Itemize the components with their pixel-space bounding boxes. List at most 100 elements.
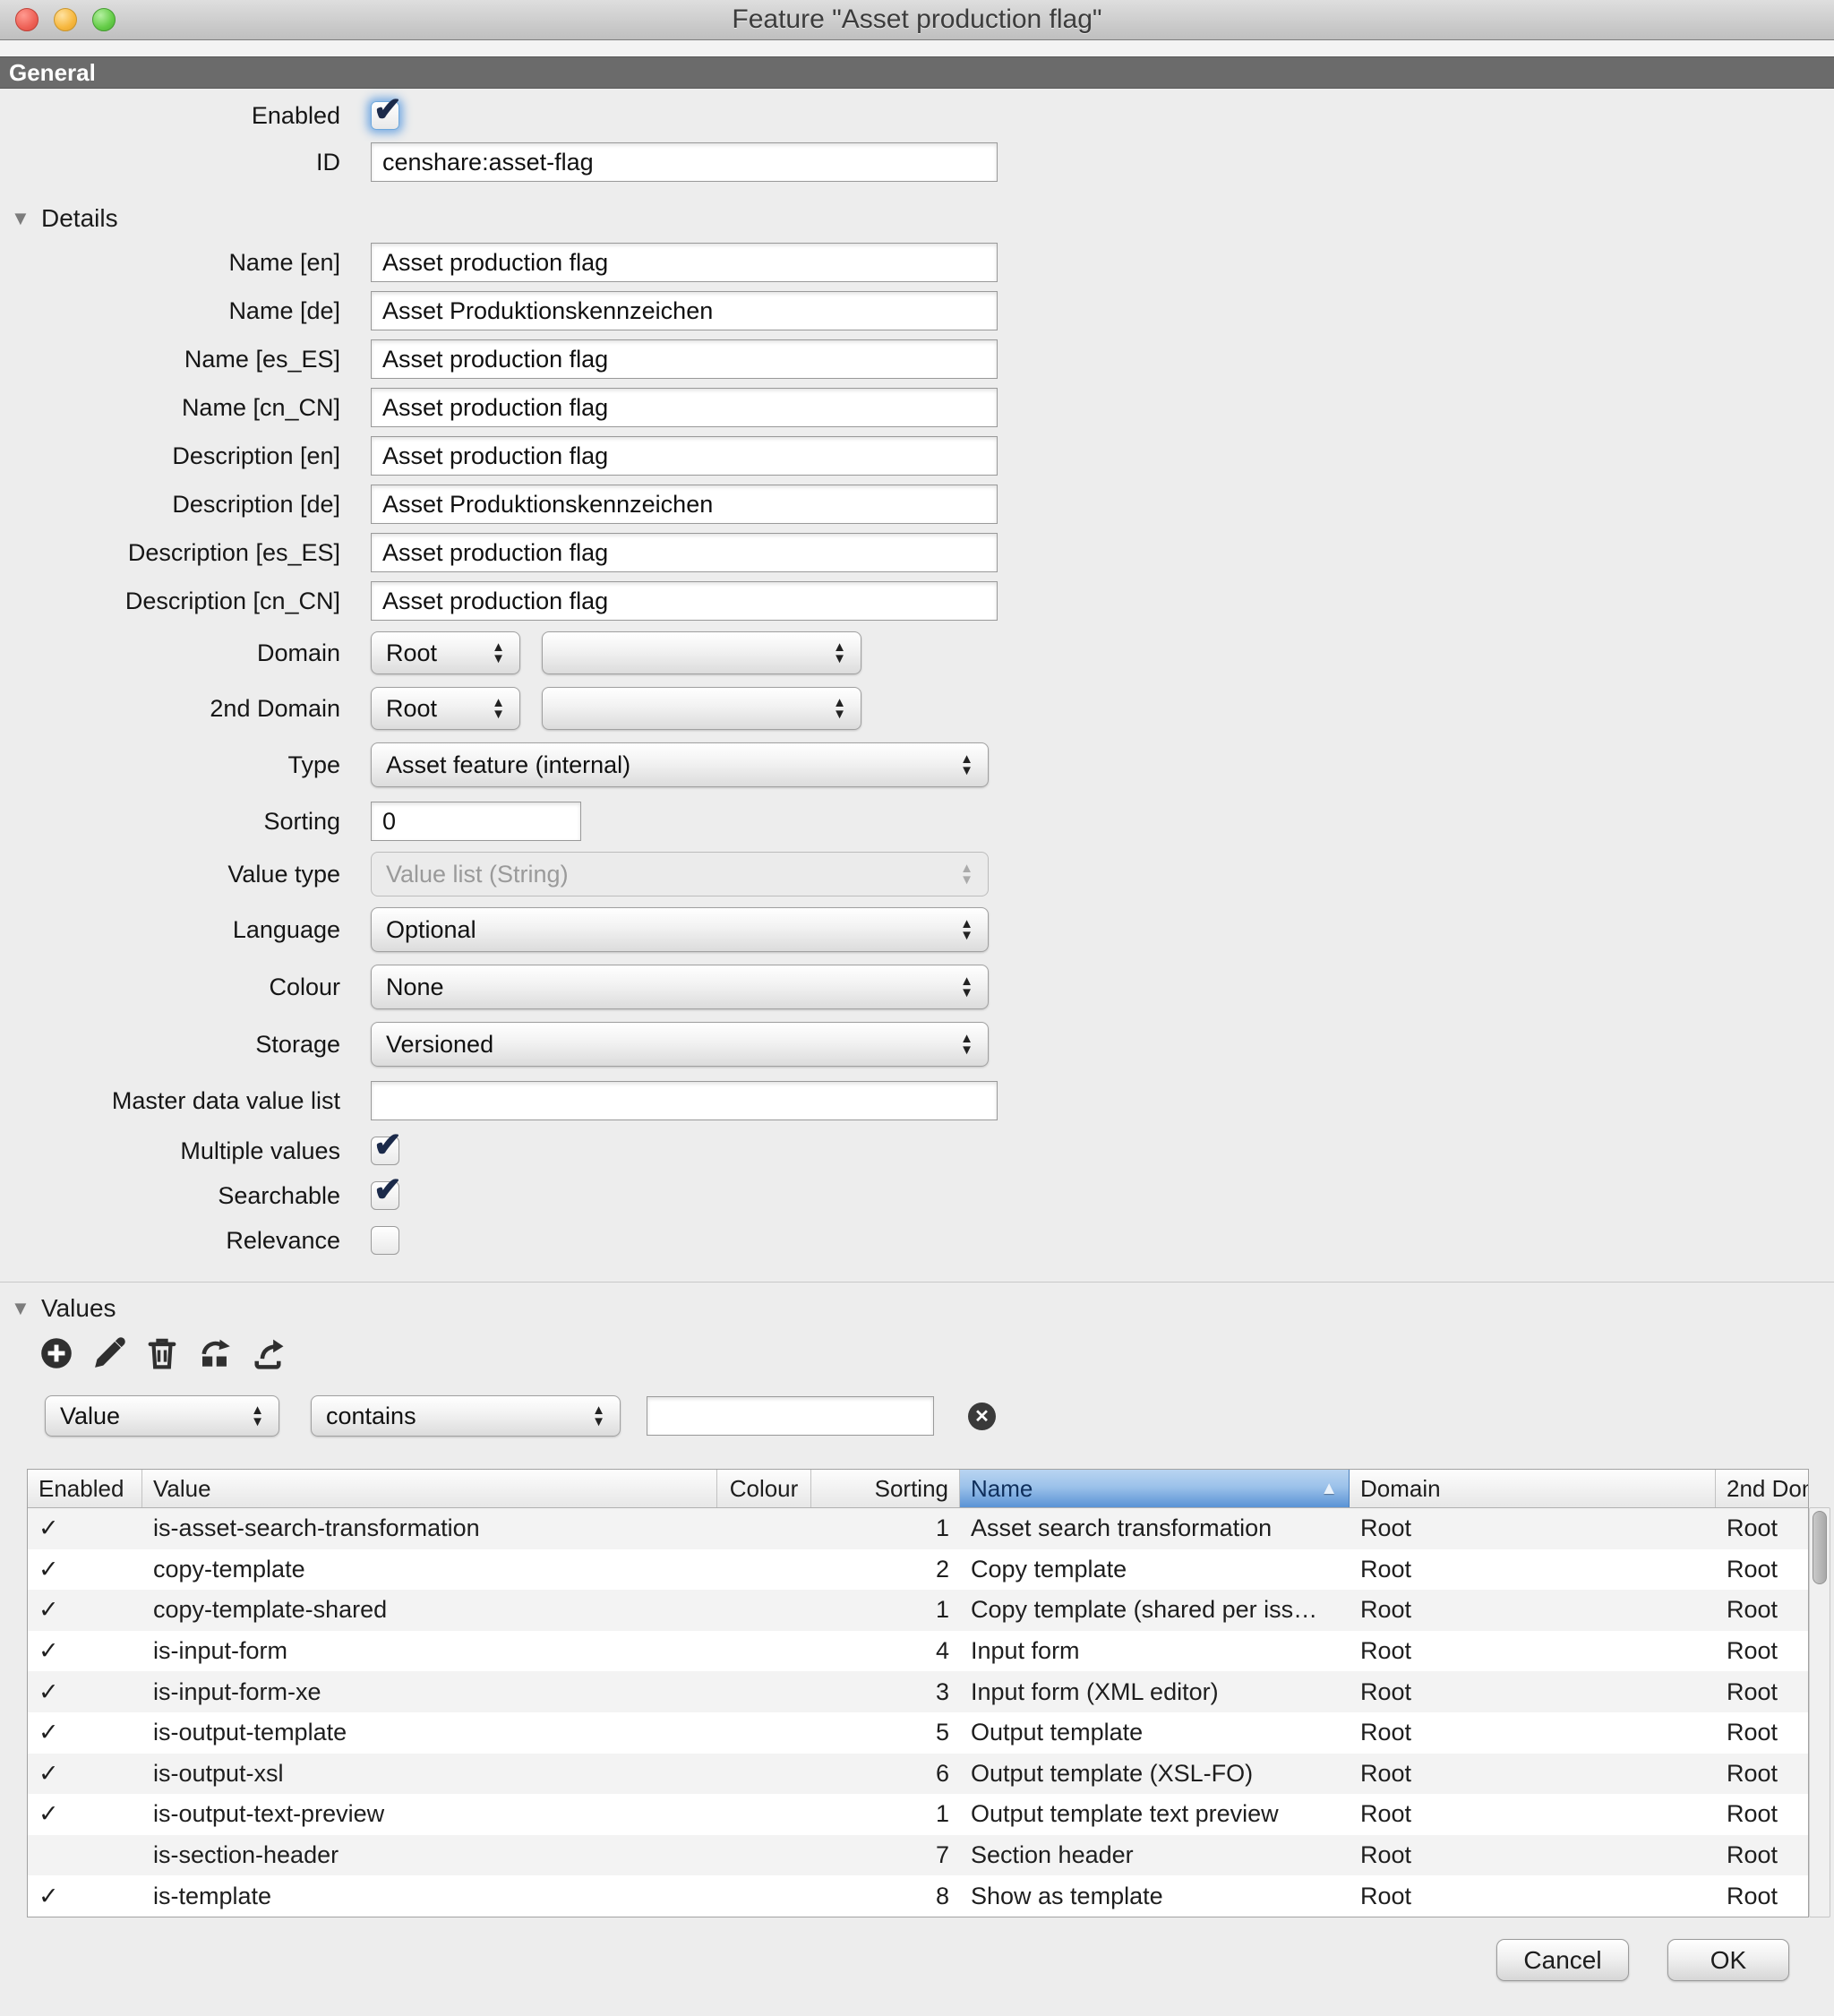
values-section-label: Values (41, 1294, 116, 1323)
export-icon (249, 1334, 287, 1372)
table-row[interactable]: ✓ is-input-form-xe 3 Input form (XML edi… (28, 1671, 1808, 1712)
colour-select[interactable]: None (371, 965, 989, 1009)
cell-name: Copy template (960, 1549, 1350, 1591)
scrollbar-thumb[interactable] (1813, 1511, 1827, 1584)
domain-label: Domain (0, 639, 340, 667)
cell-colour (717, 1794, 811, 1835)
detail-field-input[interactable] (371, 533, 998, 572)
add-value-button[interactable] (36, 1334, 76, 1374)
cell-sorting: 4 (811, 1631, 960, 1672)
table-row[interactable]: ✓ is-output-xsl 6 Output template (XSL-F… (28, 1754, 1808, 1795)
renumber-values-button[interactable] (194, 1334, 235, 1374)
type-select[interactable]: Asset feature (internal) (371, 742, 989, 787)
detail-field-input[interactable] (371, 388, 998, 427)
stepper-arrows-icon (822, 641, 846, 665)
filter-field-select[interactable]: Value (45, 1395, 279, 1437)
detail-field-input[interactable] (371, 485, 998, 524)
domain-select[interactable]: Root (371, 631, 520, 674)
cell-domain2: Root (1716, 1754, 1808, 1795)
detail-field-label: Description [de] (0, 491, 340, 519)
cell-sorting: 7 (811, 1835, 960, 1876)
table-row[interactable]: ✓ is-asset-search-transformation 1 Asset… (28, 1508, 1808, 1549)
stepper-arrows-icon (481, 697, 505, 720)
multiple-values-checkbox[interactable] (371, 1137, 399, 1165)
edit-value-button[interactable] (89, 1334, 129, 1374)
table-row[interactable]: ✓ copy-template 2 Copy template Root Roo… (28, 1549, 1808, 1591)
cell-domain2: Root (1716, 1549, 1808, 1591)
table-row[interactable]: ✓ is-template 8 Show as template Root Ro… (28, 1875, 1808, 1917)
details-fields: Name [en] Name [de] Name [es_ES] Name [c… (0, 243, 1834, 621)
col-header-enabled[interactable]: Enabled (28, 1470, 142, 1507)
cell-colour (717, 1754, 811, 1795)
values-disclosure-triangle-icon[interactable]: ▼ (11, 1297, 41, 1320)
col-header-domain[interactable]: Domain (1350, 1470, 1716, 1507)
cell-name: Copy template (shared per iss… (960, 1590, 1350, 1631)
export-values-button[interactable] (247, 1334, 287, 1374)
detail-field-label: Description [en] (0, 442, 340, 470)
delete-value-button[interactable] (141, 1334, 182, 1374)
detail-field-input[interactable] (371, 291, 998, 330)
searchable-checkbox[interactable] (371, 1181, 399, 1210)
cell-enabled-check: ✓ (28, 1549, 142, 1591)
cell-colour (717, 1875, 811, 1917)
filter-operator-select[interactable]: contains (311, 1395, 621, 1437)
col-header-sorting[interactable]: Sorting (811, 1470, 960, 1507)
domain2-sub-select[interactable] (542, 687, 861, 730)
cell-value: is-section-header (142, 1835, 717, 1876)
col-header-name[interactable]: Name ▲ (960, 1470, 1350, 1507)
cell-domain2: Root (1716, 1794, 1808, 1835)
col-header-domain2[interactable]: 2nd Domain (1716, 1470, 1808, 1507)
detail-field-input[interactable] (371, 243, 998, 282)
values-table-header-row: Enabled Value Colour Sorting Name ▲ Doma… (28, 1470, 1808, 1508)
stepper-arrows-icon (949, 753, 973, 776)
sort-ascending-icon: ▲ (1320, 1479, 1338, 1499)
detail-field-input[interactable] (371, 581, 998, 621)
col-header-value[interactable]: Value (142, 1470, 717, 1507)
details-disclosure-triangle-icon[interactable]: ▼ (11, 207, 41, 230)
searchable-label: Searchable (0, 1182, 340, 1210)
general-section-label: General (9, 59, 96, 87)
master-data-field[interactable] (371, 1081, 998, 1120)
ok-button[interactable]: OK (1667, 1939, 1789, 1981)
cancel-button[interactable]: Cancel (1496, 1939, 1629, 1981)
detail-field-input[interactable] (371, 436, 998, 476)
table-scrollbar[interactable] (1809, 1507, 1830, 1917)
sorting-field[interactable] (371, 802, 581, 841)
values-section-header[interactable]: ▼ Values (11, 1293, 1834, 1324)
filter-query-input[interactable] (647, 1396, 934, 1436)
cell-sorting: 3 (811, 1671, 960, 1712)
language-select[interactable]: Optional (371, 907, 989, 952)
stepper-arrows-icon (949, 918, 973, 941)
table-row[interactable]: ✓ is-output-template 5 Output template R… (28, 1712, 1808, 1754)
enabled-label: Enabled (0, 102, 340, 130)
cell-sorting: 6 (811, 1754, 960, 1795)
stepper-arrows-icon (240, 1404, 264, 1428)
domain2-select[interactable]: Root (371, 687, 520, 730)
cell-value: is-output-text-preview (142, 1794, 717, 1835)
relevance-checkbox[interactable] (371, 1226, 399, 1255)
storage-select[interactable]: Versioned (371, 1022, 989, 1067)
clear-filter-icon[interactable] (968, 1403, 996, 1430)
col-header-colour[interactable]: Colour (717, 1470, 811, 1507)
cell-enabled-check: ✓ (28, 1794, 142, 1835)
language-label: Language (0, 916, 340, 944)
detail-field-label: Name [de] (0, 297, 340, 325)
stepper-arrows-icon (949, 1033, 973, 1056)
detail-field-input[interactable] (371, 339, 998, 379)
cell-name: Section header (960, 1835, 1350, 1876)
values-filter-row: Value contains (45, 1395, 1834, 1437)
stepper-arrows-icon (581, 1404, 605, 1428)
table-row[interactable]: ✓ is-input-form 4 Input form Root Root (28, 1631, 1808, 1672)
id-field[interactable] (371, 142, 998, 182)
enabled-checkbox[interactable] (371, 101, 399, 130)
table-row[interactable]: is-section-header 7 Section header Root … (28, 1835, 1808, 1876)
table-row[interactable]: ✓ copy-template-shared 1 Copy template (… (28, 1590, 1808, 1631)
cell-domain2: Root (1716, 1590, 1808, 1631)
domain-sub-select[interactable] (542, 631, 861, 674)
details-section-header[interactable]: ▼ Details (11, 203, 1834, 234)
cell-enabled-check: ✓ (28, 1508, 142, 1549)
table-row[interactable]: ✓ is-output-text-preview 1 Output templa… (28, 1794, 1808, 1835)
stepper-arrows-icon (481, 641, 505, 665)
domain2-select-value: Root (386, 695, 437, 723)
values-toolbar (36, 1333, 1834, 1374)
